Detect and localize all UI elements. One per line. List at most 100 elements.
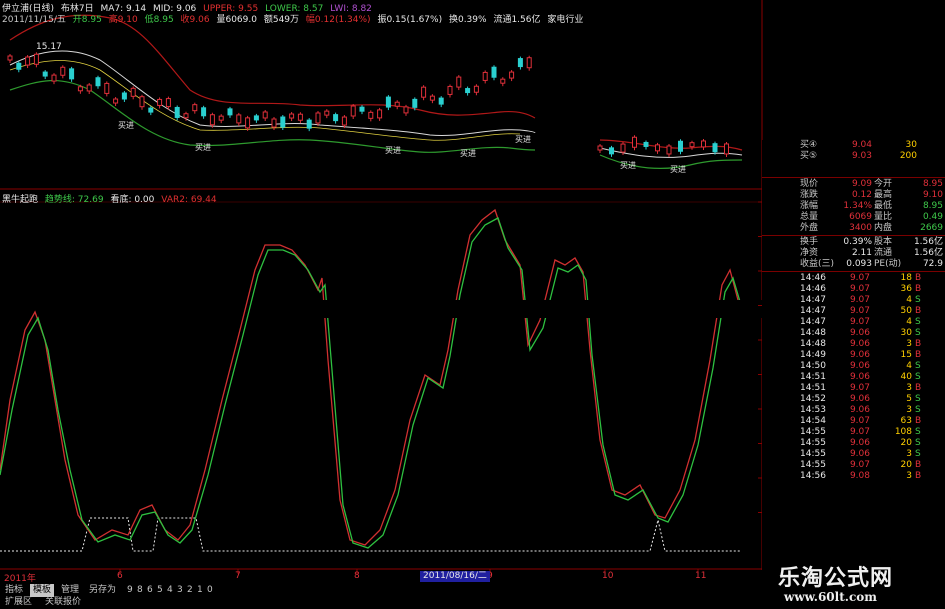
tick-side: S bbox=[915, 427, 921, 437]
stat-row[interactable]: 涨幅 1.34% 最低 8.95 bbox=[762, 201, 945, 212]
tick-time: 14:51 bbox=[800, 372, 826, 382]
candle bbox=[25, 56, 31, 66]
tick-row[interactable]: 14:51 9.07 3 B bbox=[762, 383, 945, 394]
tick-price: 9.06 bbox=[849, 339, 870, 349]
stat-row[interactable]: 总量 6069 量比 0.49 bbox=[762, 212, 945, 223]
tick-row[interactable]: 14:54 9.07 63 B bbox=[762, 416, 945, 427]
indicator-header: 黑牛起跑 趋势线: 72.69 看底: 0.00 VAR2: 69.44 bbox=[2, 192, 221, 205]
bid-row[interactable]: 买⑤ 9.03 200 bbox=[762, 151, 945, 162]
stat-label: 最高 bbox=[874, 190, 893, 200]
toolbar-tab[interactable]: 另存为 bbox=[86, 584, 119, 597]
price-pane[interactable]: 买进买进 买进 买进买进买进 买进 bbox=[7, 14, 743, 174]
tick-row[interactable]: 14:47 9.07 4 S bbox=[762, 317, 945, 328]
stat-label: 外盘 bbox=[800, 223, 819, 233]
candle bbox=[51, 74, 57, 82]
candle bbox=[377, 109, 383, 119]
tick-row[interactable]: 14:53 9.06 3 S bbox=[762, 405, 945, 416]
candle bbox=[712, 143, 718, 153]
candle bbox=[385, 96, 391, 108]
tick-time: 14:48 bbox=[800, 328, 826, 338]
tick-price: 9.07 bbox=[849, 317, 870, 327]
tick-row[interactable]: 14:55 9.07 20 B bbox=[762, 460, 945, 471]
var2-line bbox=[0, 208, 739, 546]
info-label: 换手 bbox=[800, 237, 819, 247]
candle bbox=[280, 116, 286, 128]
stat-label: 现价 bbox=[800, 179, 819, 189]
tick-row[interactable]: 14:47 9.07 50 B bbox=[762, 306, 945, 317]
stat-row[interactable]: 涨跌 0.12 最高 9.10 bbox=[762, 190, 945, 201]
tick-volume: 5 bbox=[906, 394, 912, 404]
brand-url: www.60lt.com bbox=[784, 590, 877, 604]
stat-label: 涨幅 bbox=[800, 201, 819, 211]
stat-value: 6069 bbox=[849, 212, 872, 222]
tick-time: 14:46 bbox=[800, 273, 826, 283]
candle bbox=[666, 145, 672, 155]
indicator-title[interactable]: 黑牛起跑 bbox=[2, 195, 38, 205]
tick-row[interactable]: 14:47 9.07 4 S bbox=[762, 295, 945, 306]
turnover-value: 换0.39% bbox=[448, 15, 487, 25]
info-row[interactable]: 收益(三) 0.093 PE(动) 72.9 bbox=[762, 259, 945, 270]
candle bbox=[315, 112, 321, 124]
info-row[interactable]: 净资 2.11 流通 1.56亿 bbox=[762, 248, 945, 259]
tick-price: 9.07 bbox=[849, 273, 870, 283]
tick-row[interactable]: 14:55 9.06 20 S bbox=[762, 438, 945, 449]
candle bbox=[60, 66, 66, 76]
stat-value: 0.12 bbox=[851, 190, 872, 200]
buy-signal-label: 买进 bbox=[670, 165, 686, 174]
tick-row[interactable]: 14:48 9.06 30 S bbox=[762, 328, 945, 339]
info-value: 2.11 bbox=[851, 248, 872, 258]
tick-time: 14:51 bbox=[800, 383, 826, 393]
tick-price: 9.07 bbox=[849, 306, 870, 316]
bid-price: 9.03 bbox=[851, 151, 872, 161]
tick-side: B bbox=[915, 284, 922, 294]
stat-value: 2669 bbox=[920, 223, 943, 233]
tick-time: 14:55 bbox=[800, 438, 826, 448]
buy-signal-label: 买进 bbox=[195, 143, 211, 152]
var2-value: VAR2: 69.44 bbox=[161, 195, 217, 205]
tick-row[interactable]: 14:55 9.06 3 S bbox=[762, 449, 945, 460]
tick-row[interactable]: 14:52 9.06 5 S bbox=[762, 394, 945, 405]
bid-row[interactable]: 买④ 9.04 30 bbox=[762, 140, 945, 151]
volume-value: 量6069.0 bbox=[216, 15, 257, 25]
candle bbox=[359, 106, 365, 112]
candle bbox=[429, 95, 435, 101]
candle bbox=[16, 62, 22, 70]
toolbar-tab-secondary[interactable]: 关联报价 bbox=[42, 596, 84, 609]
tick-row[interactable]: 14:55 9.07 108 S bbox=[762, 427, 945, 438]
stat-label: 最低 bbox=[874, 201, 893, 211]
stat-value: 3400 bbox=[849, 223, 872, 233]
tick-volume: 15 bbox=[900, 350, 912, 360]
panel-separator bbox=[762, 235, 945, 236]
toolbar-tab[interactable]: 0 bbox=[204, 584, 216, 597]
candle bbox=[491, 66, 497, 78]
bottom-toolbar: 指标 模板 管理 另存为 9 8 6 5 4 3 2 1 0 扩展区 关联报价 bbox=[0, 570, 762, 609]
tick-row[interactable]: 14:46 9.07 18 B bbox=[762, 273, 945, 284]
stat-row[interactable]: 外盘 3400 内盘 2669 bbox=[762, 223, 945, 234]
tick-row[interactable]: 14:51 9.06 40 S bbox=[762, 372, 945, 383]
candle bbox=[341, 116, 347, 126]
candle bbox=[148, 107, 154, 113]
toolbar-tab-secondary[interactable]: 扩展区 bbox=[2, 596, 35, 609]
tick-row[interactable]: 14:48 9.06 3 B bbox=[762, 339, 945, 350]
tick-time: 14:48 bbox=[800, 339, 826, 349]
info-value: 72.9 bbox=[922, 259, 943, 269]
candle bbox=[438, 97, 444, 105]
tick-time: 14:56 bbox=[800, 471, 826, 481]
tick-row[interactable]: 14:49 9.06 15 B bbox=[762, 350, 945, 361]
candle bbox=[447, 85, 453, 95]
info-row[interactable]: 换手 0.39% 股本 1.56亿 bbox=[762, 237, 945, 248]
tick-row[interactable]: 14:50 9.06 4 S bbox=[762, 361, 945, 372]
info-value: 0.39% bbox=[843, 237, 872, 247]
tick-row[interactable]: 14:56 9.08 3 B bbox=[762, 471, 945, 482]
candle bbox=[678, 140, 683, 152]
candle bbox=[517, 58, 523, 68]
tick-row[interactable]: 14:46 9.07 36 B bbox=[762, 284, 945, 295]
stat-row[interactable]: 现价 9.09 今开 8.95 bbox=[762, 179, 945, 190]
candle bbox=[289, 113, 295, 119]
tick-volume: 20 bbox=[900, 460, 912, 470]
buy-signal-label: 买进 bbox=[460, 149, 476, 158]
tick-volume: 4 bbox=[906, 295, 912, 305]
candle bbox=[350, 105, 356, 117]
tick-side: S bbox=[915, 317, 921, 327]
candle bbox=[306, 119, 312, 129]
